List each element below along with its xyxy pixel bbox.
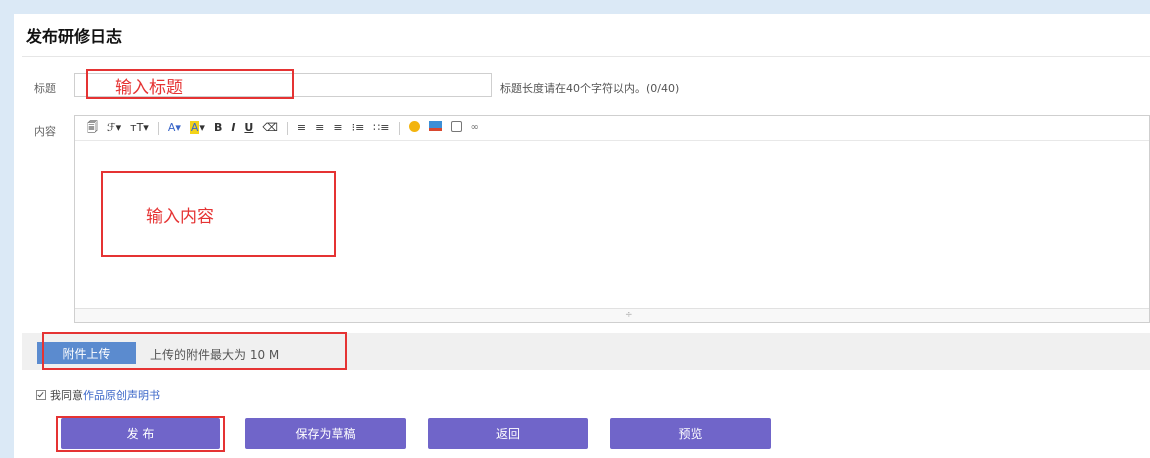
toolbar-separator <box>157 121 159 135</box>
title-label: 标题 <box>34 82 56 95</box>
insert-image-button[interactable] <box>428 121 442 135</box>
image-icon <box>428 121 442 131</box>
align-right-icon[interactable]: ≡ <box>333 121 342 135</box>
back-button[interactable]: 返回 <box>428 418 588 449</box>
bold-button[interactable]: B <box>214 121 222 135</box>
preview-button[interactable]: 预览 <box>610 418 771 449</box>
toolbar-separator <box>398 121 400 135</box>
highlight-icon: A <box>189 121 200 134</box>
resize-handle-icon[interactable]: ÷ <box>625 310 633 320</box>
link-icon[interactable]: ∞ <box>471 121 479 135</box>
attachment-size-hint: 上传的附件最大为 10 M <box>150 348 280 362</box>
toolbar-separator <box>286 121 288 135</box>
agreement-text: 我同意 <box>50 389 83 402</box>
italic-button[interactable]: I <box>231 121 235 135</box>
page-title: 发布研修日志 <box>26 27 123 46</box>
font-family-button[interactable]: ℱ▾ <box>107 121 121 135</box>
font-size-button[interactable]: тT▾ <box>130 121 149 135</box>
title-annotation-text: 输入标题 <box>115 78 183 98</box>
content-label: 内容 <box>34 125 56 138</box>
agreement-row: 我同意 作品原创声明书 <box>36 387 160 403</box>
editor-footer: ÷ <box>75 308 1149 322</box>
highlight-arrow: ▾ <box>199 121 205 134</box>
highlight-button[interactable]: A▾ <box>189 121 205 135</box>
align-center-icon[interactable]: ≡ <box>315 121 324 135</box>
smiley-icon <box>408 120 420 132</box>
font-color-button[interactable]: A▾ <box>168 121 181 135</box>
flash-icon <box>450 120 462 132</box>
editor-toolbar: 🗐 ℱ▾ тT▾ A▾ A▾ B I U ⌫ ≡ ≡ ≡ ⁝≡ ∷≡ ∞ <box>75 116 1149 141</box>
emoticon-button[interactable] <box>408 120 420 136</box>
agreement-checkbox[interactable] <box>36 390 46 400</box>
ordered-list-icon[interactable]: ⁝≡ <box>352 121 365 135</box>
eraser-icon[interactable]: ⌫ <box>262 121 278 135</box>
insert-flash-button[interactable] <box>450 120 462 136</box>
content-editor[interactable]: 🗐 ℱ▾ тT▾ A▾ A▾ B I U ⌫ ≡ ≡ ≡ ⁝≡ ∷≡ ∞ ÷ <box>74 115 1150 323</box>
unordered-list-icon[interactable]: ∷≡ <box>373 121 389 135</box>
underline-button[interactable]: U <box>244 121 253 135</box>
publish-button[interactable]: 发 布 <box>61 418 220 449</box>
source-icon[interactable]: 🗐 <box>87 121 98 135</box>
attachment-upload-button[interactable]: 附件上传 <box>37 342 136 364</box>
content-annotation-text: 输入内容 <box>146 207 214 227</box>
title-length-hint: 标题长度请在40个字符以内。(0/40) <box>500 82 680 95</box>
title-divider <box>22 56 1150 57</box>
save-draft-button[interactable]: 保存为草稿 <box>245 418 406 449</box>
align-left-icon[interactable]: ≡ <box>297 121 306 135</box>
agreement-link[interactable]: 作品原创声明书 <box>83 387 160 403</box>
